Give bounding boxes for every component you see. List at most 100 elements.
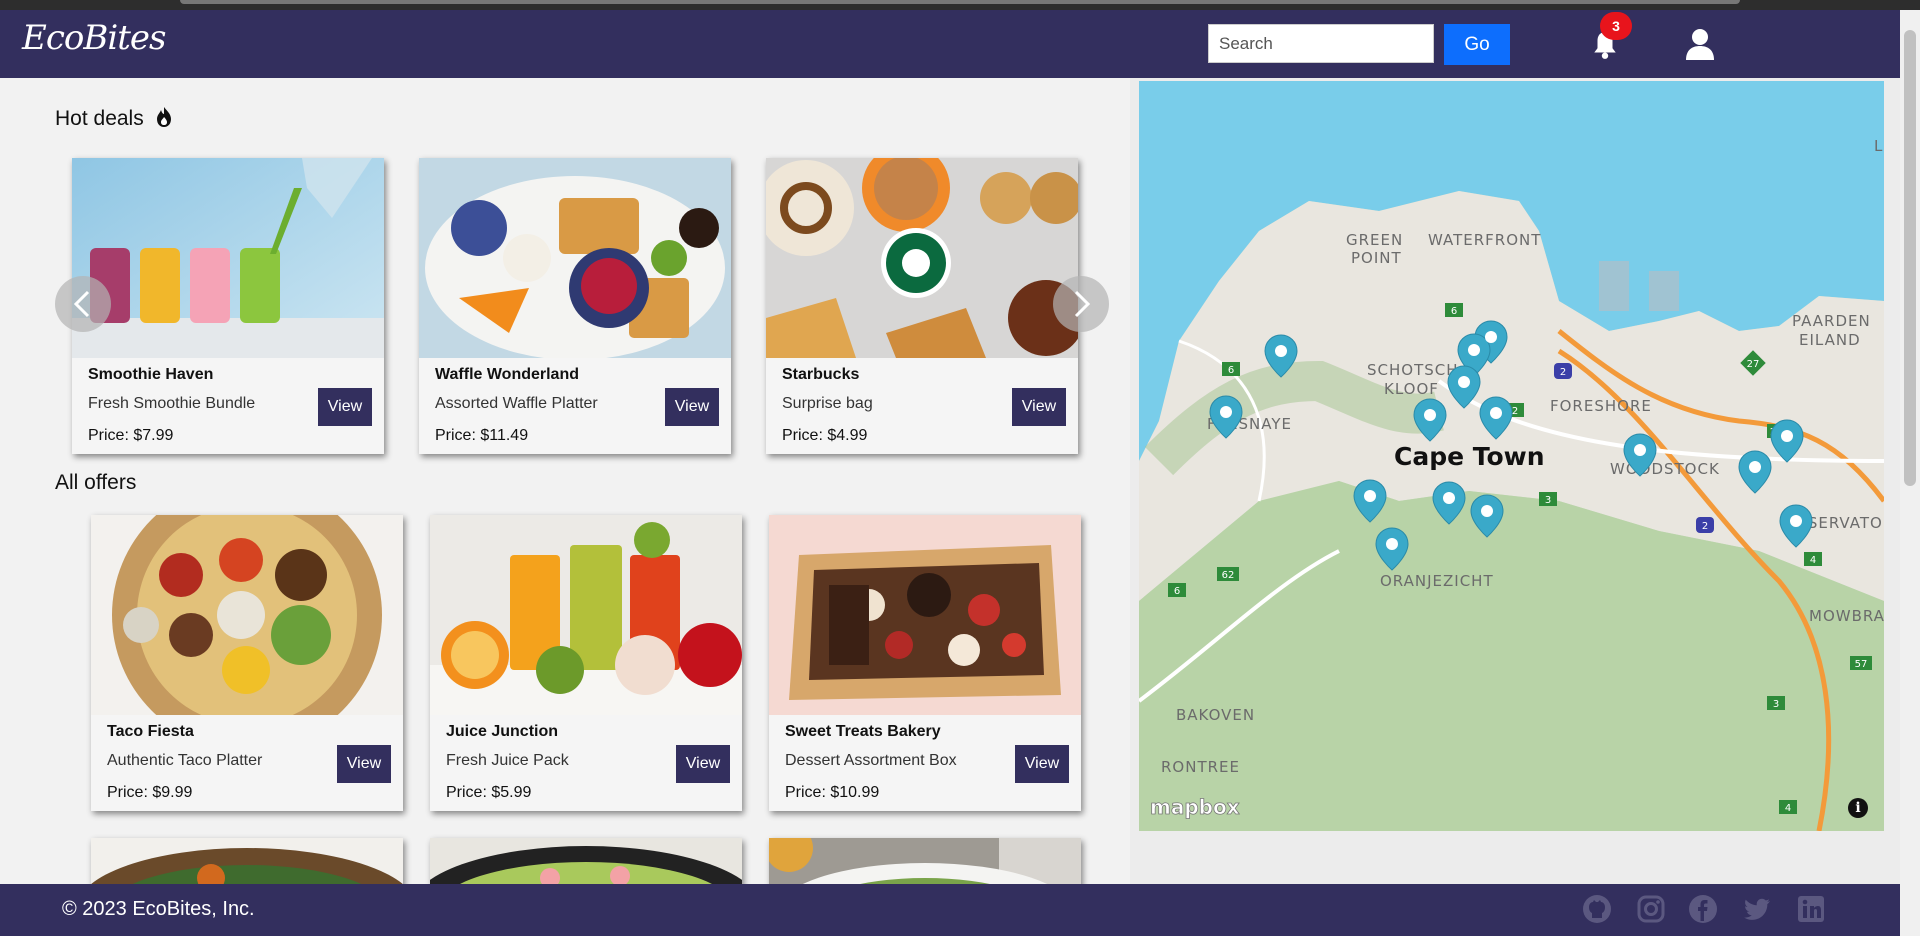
offer-image bbox=[769, 838, 1081, 884]
offer-description: Fresh Smoothie Bundle bbox=[88, 395, 256, 412]
footer: © 2023 EcoBites, Inc. bbox=[0, 884, 1900, 936]
offer-description: Assorted Waffle Platter bbox=[435, 395, 598, 412]
svg-text:62: 62 bbox=[1222, 570, 1235, 581]
copyright-text: © 2023 EcoBites, Inc. bbox=[62, 898, 255, 920]
dessert-image bbox=[769, 515, 1081, 715]
svg-text:3: 3 bbox=[1545, 495, 1551, 506]
app-logo[interactable]: EcoBites bbox=[22, 18, 166, 58]
offer-card[interactable] bbox=[91, 838, 403, 884]
view-button[interactable]: View bbox=[676, 745, 730, 783]
map-label-oranjezicht: ORANJEZICHT bbox=[1380, 572, 1494, 590]
hot-deals-title: Hot deals bbox=[55, 107, 144, 130]
map-label-foreshore: FORESHORE bbox=[1550, 397, 1652, 415]
svg-text:6: 6 bbox=[1174, 586, 1180, 597]
map-label-rontree: RONTREE bbox=[1161, 758, 1240, 776]
hot-deal-card[interactable]: Smoothie Haven Fresh Smoothie Bundle Pri… bbox=[72, 158, 384, 454]
svg-text:6: 6 bbox=[1451, 306, 1457, 317]
hot-deal-card[interactable]: Starbucks Surprise bag Price: $4.99 View bbox=[766, 158, 1078, 454]
offer-price: Price: $5.99 bbox=[446, 784, 532, 801]
map-label-eiland: EILAND bbox=[1799, 331, 1861, 349]
offer-card[interactable] bbox=[430, 838, 742, 884]
map-label-kloof: KLOOF bbox=[1384, 380, 1439, 398]
browser-top-strip bbox=[0, 0, 1920, 10]
hot-deal-card[interactable]: Waffle Wonderland Assorted Waffle Platte… bbox=[419, 158, 731, 454]
svg-text:57: 57 bbox=[1855, 659, 1868, 670]
map-label-paarden: PAARDEN bbox=[1792, 312, 1871, 330]
scrollbar-thumb[interactable] bbox=[1904, 30, 1916, 486]
svg-text:2: 2 bbox=[1512, 406, 1518, 417]
all-offers-title: All offers bbox=[55, 471, 137, 494]
offer-image bbox=[91, 838, 403, 884]
taco-image bbox=[91, 515, 403, 715]
road-shield: 3 bbox=[1767, 696, 1785, 710]
notification-badge: 3 bbox=[1600, 12, 1632, 40]
offer-price: Price: $7.99 bbox=[88, 427, 174, 444]
offer-card[interactable]: Juice Junction Fresh Juice Pack Price: $… bbox=[430, 515, 742, 811]
carousel-next-button[interactable] bbox=[1053, 276, 1109, 332]
svg-text:4: 4 bbox=[1810, 555, 1816, 566]
navbar: EcoBites Go 3 bbox=[0, 10, 1900, 78]
starbucks-image bbox=[766, 158, 1078, 358]
offer-card[interactable]: Sweet Treats Bakery Dessert Assortment B… bbox=[769, 515, 1081, 811]
user-icon[interactable] bbox=[1686, 28, 1714, 60]
road-shield: 3 bbox=[1539, 492, 1557, 506]
road-shield: 4 bbox=[1804, 552, 1822, 566]
offer-description: Fresh Juice Pack bbox=[446, 752, 569, 769]
facebook-icon[interactable] bbox=[1688, 894, 1718, 924]
offer-card[interactable] bbox=[769, 838, 1081, 884]
hot-deals-heading: Hot deals bbox=[55, 106, 174, 131]
svg-text:6: 6 bbox=[1228, 365, 1234, 376]
road-shield: 2 bbox=[1554, 363, 1572, 379]
offer-card[interactable]: Taco Fiesta Authentic Taco Platter Price… bbox=[91, 515, 403, 811]
restaurant-name: Waffle Wonderland bbox=[435, 366, 579, 383]
flame-icon bbox=[156, 107, 171, 127]
search-input[interactable] bbox=[1208, 24, 1434, 63]
juice-image bbox=[430, 515, 742, 715]
view-button[interactable]: View bbox=[318, 388, 372, 426]
offer-description: Dessert Assortment Box bbox=[785, 752, 957, 769]
waffle-image bbox=[419, 158, 731, 358]
road-shield: 4 bbox=[1779, 800, 1797, 814]
map-label-edge: L bbox=[1874, 137, 1883, 155]
map-label-bakoven: BAKOVEN bbox=[1176, 706, 1255, 724]
mapbox-attribution[interactable]: mapbox bbox=[1150, 795, 1241, 820]
view-button[interactable]: View bbox=[337, 745, 391, 783]
map-label-green-point: POINT bbox=[1351, 249, 1402, 267]
linkedin-icon[interactable] bbox=[1796, 894, 1826, 924]
view-button[interactable]: View bbox=[1015, 745, 1069, 783]
instagram-icon[interactable] bbox=[1636, 894, 1666, 924]
browser-tab-edge bbox=[180, 0, 1740, 4]
map-canvas[interactable]: GREEN POINT WATERFRONT SCHOTSCH KLOOF FO… bbox=[1139, 81, 1884, 831]
road-shield: 2 bbox=[1696, 517, 1714, 533]
map-label-green-point: GREEN bbox=[1346, 231, 1403, 249]
restaurant-name: Smoothie Haven bbox=[88, 366, 214, 383]
offer-image bbox=[430, 838, 742, 884]
offers-panel: Hot deals Smoothie Haven Fresh Smoothie … bbox=[0, 78, 1130, 884]
map-label-waterfront: WATERFRONT bbox=[1428, 231, 1541, 249]
offer-description: Authentic Taco Platter bbox=[107, 752, 263, 769]
offer-description: Surprise bag bbox=[782, 395, 873, 412]
svg-text:3: 3 bbox=[1773, 699, 1779, 710]
chevron-left-icon bbox=[73, 290, 90, 318]
github-icon[interactable] bbox=[1582, 894, 1612, 924]
carousel-prev-button[interactable] bbox=[55, 276, 111, 332]
map-label-mowbray: MOWBRA bbox=[1809, 607, 1884, 625]
map-view[interactable]: GREEN POINT WATERFRONT SCHOTSCH KLOOF FO… bbox=[1139, 81, 1884, 831]
go-button[interactable]: Go bbox=[1444, 24, 1510, 65]
restaurant-name: Taco Fiesta bbox=[107, 723, 194, 740]
view-button[interactable]: View bbox=[1012, 388, 1066, 426]
info-icon[interactable]: i bbox=[1848, 798, 1868, 818]
svg-text:27: 27 bbox=[1747, 359, 1760, 370]
restaurant-name: Sweet Treats Bakery bbox=[785, 723, 941, 740]
twitter-icon[interactable] bbox=[1742, 894, 1772, 924]
road-shield: 6 bbox=[1222, 362, 1240, 376]
map-label-schotsche: SCHOTSCH bbox=[1367, 361, 1459, 379]
offer-price: Price: $10.99 bbox=[785, 784, 880, 801]
restaurant-name: Starbucks bbox=[782, 366, 860, 383]
map-label-cape-town: Cape Town bbox=[1394, 442, 1545, 471]
smoothie-image bbox=[72, 158, 384, 358]
view-button[interactable]: View bbox=[665, 388, 719, 426]
svg-text:2: 2 bbox=[1560, 367, 1566, 378]
page-scrollbar[interactable] bbox=[1900, 10, 1920, 936]
road-shield: 6 bbox=[1445, 303, 1463, 317]
